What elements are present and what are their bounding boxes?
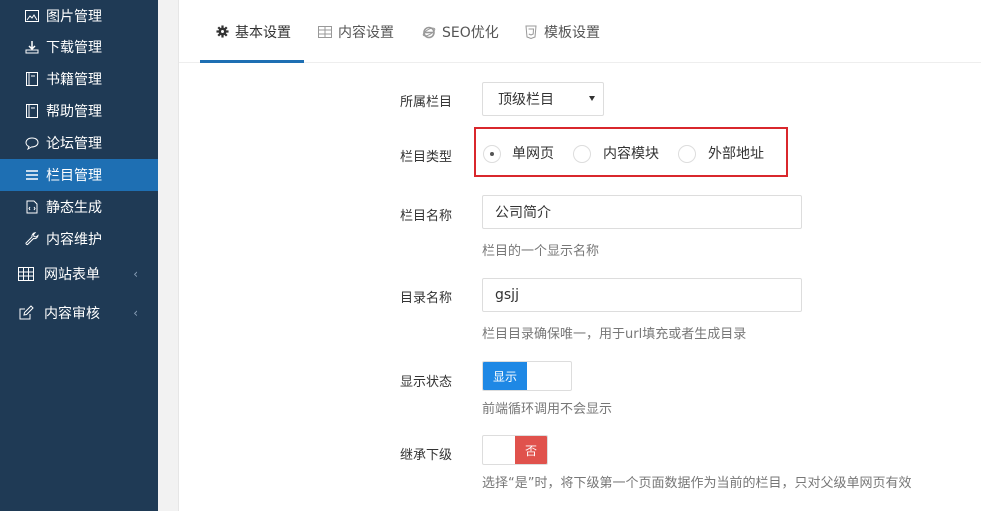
sidebar-group-review[interactable]: 内容审核 ‹ bbox=[0, 293, 158, 333]
chevron-left-icon: ‹ bbox=[133, 267, 138, 281]
chevron-left-icon: ‹ bbox=[133, 306, 138, 320]
tab-template-settings[interactable]: 模板设置 bbox=[524, 0, 600, 63]
name-input[interactable]: 公司简介 bbox=[482, 195, 802, 229]
inherit-switch[interactable]: 否 bbox=[482, 435, 548, 465]
radio-external-url[interactable] bbox=[678, 145, 696, 163]
sidebar-item-column-manage[interactable]: 栏目管理 bbox=[0, 159, 158, 191]
comment-icon bbox=[24, 135, 40, 151]
tab-bar: 基本设置 内容设置 SEO优化 模板设置 bbox=[179, 0, 981, 63]
type-label: 栏目类型 bbox=[399, 150, 452, 165]
settings-panel: 基本设置 内容设置 SEO优化 模板设置 所属栏目 顶级栏目 栏目类型 单网页 … bbox=[178, 0, 981, 511]
gear-icon bbox=[215, 25, 229, 39]
parent-select[interactable]: 顶级栏目 bbox=[482, 82, 604, 116]
book-icon bbox=[24, 103, 40, 119]
sidebar-group-label: 网站表单 bbox=[44, 267, 100, 283]
sidebar-group-forms[interactable]: 网站表单 ‹ bbox=[0, 254, 158, 294]
radio-content-module-label: 内容模块 bbox=[603, 146, 659, 162]
edit-icon bbox=[16, 303, 36, 323]
sidebar-item-forum-manage[interactable]: 论坛管理 bbox=[0, 127, 158, 159]
name-help: 栏目的一个显示名称 bbox=[482, 244, 600, 259]
show-switch-on: 显示 bbox=[483, 362, 527, 390]
show-switch[interactable]: 显示 bbox=[482, 361, 572, 391]
name-input-value: 公司简介 bbox=[495, 205, 551, 221]
dir-input[interactable]: gsjj bbox=[482, 278, 802, 312]
file-code-icon bbox=[24, 199, 40, 215]
tab-label: SEO优化 bbox=[442, 24, 499, 41]
inherit-help: 选择“是”时，将下级第一个页面数据作为当前的栏目，只对父级单网页有效 bbox=[482, 476, 912, 491]
sidebar-item-label: 图片管理 bbox=[46, 9, 102, 25]
download-icon bbox=[24, 39, 40, 55]
sidebar-item-content-maint[interactable]: 内容维护 bbox=[0, 223, 158, 255]
sidebar-item-static-gen[interactable]: 静态生成 bbox=[0, 191, 158, 223]
inherit-switch-off: 否 bbox=[515, 436, 547, 464]
sidebar-item-label: 论坛管理 bbox=[46, 136, 102, 152]
book-icon bbox=[24, 71, 40, 87]
sidebar-group-label: 内容审核 bbox=[44, 306, 100, 322]
show-help: 前端循环调用不会显示 bbox=[482, 402, 613, 417]
radio-external-url-label: 外部地址 bbox=[708, 146, 764, 162]
wrench-icon bbox=[24, 231, 40, 247]
ie-icon bbox=[422, 25, 436, 39]
sidebar-item-label: 内容维护 bbox=[46, 232, 102, 248]
name-label: 栏目名称 bbox=[399, 209, 452, 224]
sidebar: 图片管理 下载管理 书籍管理 帮助管理 论坛管理 栏目管理 静态生成 内容维护 … bbox=[0, 0, 158, 511]
sidebar-item-label: 帮助管理 bbox=[46, 104, 102, 120]
dir-label: 目录名称 bbox=[399, 291, 452, 306]
sidebar-item-label: 静态生成 bbox=[46, 200, 102, 216]
dir-input-value: gsjj bbox=[495, 287, 519, 303]
tab-label: 基本设置 bbox=[235, 24, 291, 41]
sidebar-item-image-manage[interactable]: 图片管理 bbox=[0, 0, 158, 32]
radio-content-module[interactable] bbox=[573, 145, 591, 163]
radio-single-page-label: 单网页 bbox=[512, 146, 554, 162]
sidebar-item-label: 下载管理 bbox=[46, 40, 102, 56]
tab-label: 内容设置 bbox=[338, 24, 394, 41]
image-icon bbox=[24, 8, 40, 24]
parent-select-value: 顶级栏目 bbox=[498, 92, 554, 108]
caret-down-icon bbox=[589, 96, 595, 101]
table-icon bbox=[16, 264, 36, 284]
tab-seo[interactable]: SEO优化 bbox=[422, 0, 499, 63]
tab-label: 模板设置 bbox=[544, 24, 600, 41]
tab-basic-settings[interactable]: 基本设置 bbox=[215, 0, 291, 63]
sidebar-item-label: 栏目管理 bbox=[46, 168, 102, 184]
parent-label: 所属栏目 bbox=[399, 95, 452, 110]
html5-icon bbox=[524, 25, 538, 39]
dir-help: 栏目目录确保唯一，用于url填充或者生成目录 bbox=[482, 327, 747, 342]
table-icon bbox=[318, 25, 332, 39]
show-label: 显示状态 bbox=[399, 375, 452, 390]
sidebar-item-label: 书籍管理 bbox=[46, 72, 102, 88]
tab-content-settings[interactable]: 内容设置 bbox=[318, 0, 394, 63]
sidebar-item-book-manage[interactable]: 书籍管理 bbox=[0, 63, 158, 95]
active-tab-indicator bbox=[200, 60, 304, 63]
list-icon bbox=[24, 167, 40, 183]
sidebar-item-download-manage[interactable]: 下载管理 bbox=[0, 31, 158, 63]
sidebar-item-help-manage[interactable]: 帮助管理 bbox=[0, 95, 158, 127]
inherit-label: 继承下级 bbox=[399, 448, 452, 463]
radio-single-page[interactable] bbox=[483, 145, 501, 163]
